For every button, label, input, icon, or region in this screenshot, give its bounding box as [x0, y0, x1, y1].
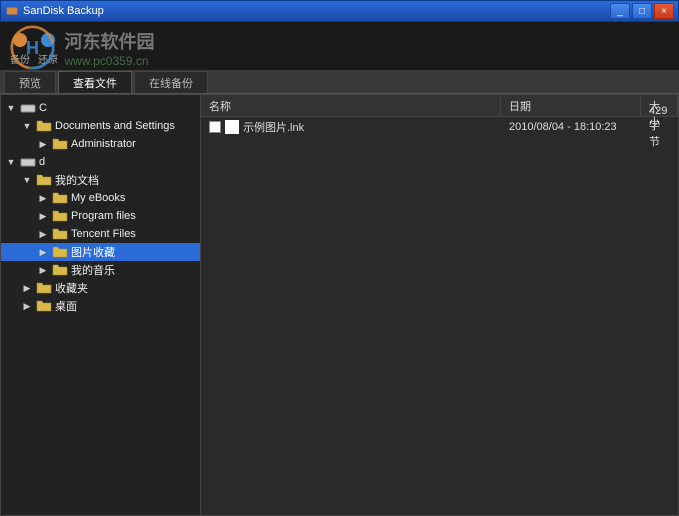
- tree-toggle-icon[interactable]: ▶: [37, 246, 49, 258]
- folder-icon: [36, 173, 52, 187]
- folder-icon: [52, 137, 68, 151]
- tab-view-files[interactable]: 查看文件: [58, 71, 132, 93]
- tree-node[interactable]: ▶ 我的音乐: [1, 261, 200, 279]
- tree-label: 图片收藏: [71, 244, 115, 260]
- tree-node[interactable]: ▶ Tencent Files: [1, 225, 200, 243]
- list-header: 名称 日期 大小: [201, 95, 678, 117]
- maximize-button[interactable]: □: [632, 3, 652, 19]
- tree-label: Tencent Files: [71, 228, 136, 240]
- cell-size: 429 字节: [641, 105, 678, 149]
- tree-node[interactable]: ▶ My eBooks: [1, 189, 200, 207]
- restore-button[interactable]: 还原: [36, 29, 60, 68]
- tree-node[interactable]: ▼C: [1, 99, 200, 117]
- content: ▼C▼Documents and Settings▶Administrator▼…: [0, 94, 679, 516]
- list-body[interactable]: 示例图片.lnk2010/08/04 - 18:10:23429 字节: [201, 117, 678, 515]
- tree-label: C: [39, 102, 47, 114]
- tree-toggle-icon[interactable]: ▼: [21, 174, 33, 186]
- window-title: SanDisk Backup: [23, 5, 610, 17]
- folder-icon: [36, 299, 52, 313]
- tree-label: Program files: [71, 210, 136, 222]
- close-button[interactable]: ×: [654, 3, 674, 19]
- folder-icon: [52, 245, 68, 259]
- tree-label: 收藏夹: [55, 280, 88, 296]
- folder-icon: [36, 281, 52, 295]
- tree-toggle-icon[interactable]: ▼: [5, 102, 17, 114]
- tree-node[interactable]: ▶ Administrator: [1, 135, 200, 153]
- cell-date: 2010/08/04 - 18:10:23: [501, 121, 641, 133]
- file-checkbox[interactable]: [209, 121, 221, 133]
- tree-node[interactable]: ▼d: [1, 153, 200, 171]
- tree-label: d: [39, 156, 45, 168]
- list-panel: 名称 日期 大小 示例图片.lnk 2010/08/04 - 18:10:2342…: [201, 95, 678, 515]
- restore-label: 还原: [38, 55, 58, 66]
- tree-node[interactable]: ▼ Documents and Settings: [1, 117, 200, 135]
- tree-label: 桌面: [55, 298, 77, 314]
- drive-icon: [20, 155, 36, 169]
- folder-icon: [52, 209, 68, 223]
- tree-toggle-icon[interactable]: ▶: [21, 282, 33, 294]
- tree-toggle-icon[interactable]: ▼: [5, 156, 17, 168]
- folder-icon: [52, 263, 68, 277]
- tree-node[interactable]: ▶ 桌面: [1, 297, 200, 315]
- minimize-button[interactable]: _: [610, 3, 630, 19]
- tree-label: Documents and Settings: [55, 120, 175, 132]
- tree-node[interactable]: ▶ Program files: [1, 207, 200, 225]
- file-name: 示例图片.lnk: [243, 119, 304, 135]
- folder-icon: [52, 227, 68, 241]
- tree-node[interactable]: ▼ 我的文档: [1, 171, 200, 189]
- column-header-name[interactable]: 名称: [201, 95, 501, 116]
- tree-label: My eBooks: [71, 192, 125, 204]
- window-controls: _ □ ×: [610, 3, 674, 19]
- file-icon: [225, 120, 239, 134]
- tree-node[interactable]: ▶ 收藏夹: [1, 279, 200, 297]
- backup-label: 备份: [10, 55, 30, 66]
- tree-label: 我的文档: [55, 172, 99, 188]
- backup-button[interactable]: 备份: [8, 29, 32, 68]
- tree-toggle-icon[interactable]: ▶: [37, 210, 49, 222]
- tab-preview[interactable]: 预览: [4, 71, 56, 93]
- titlebar: SanDisk Backup _ □ ×: [0, 0, 679, 22]
- tree-toggle-icon[interactable]: ▶: [37, 264, 49, 276]
- tabbar: 预览 查看文件 在线备份: [0, 70, 679, 94]
- tree-toggle-icon[interactable]: ▼: [21, 120, 33, 132]
- list-row[interactable]: 示例图片.lnk2010/08/04 - 18:10:23429 字节: [201, 117, 678, 137]
- tree-toggle-icon[interactable]: ▶: [37, 228, 49, 240]
- tree-toggle-icon[interactable]: ▶: [37, 138, 49, 150]
- folder-icon: [52, 191, 68, 205]
- drive-icon: [20, 101, 36, 115]
- column-header-date[interactable]: 日期: [501, 95, 641, 116]
- tree-label: 我的音乐: [71, 262, 115, 278]
- folder-icon: [36, 119, 52, 133]
- app-icon: [5, 4, 19, 18]
- cell-name: 示例图片.lnk: [201, 119, 501, 135]
- tree-label: Administrator: [71, 138, 136, 150]
- tree-toggle-icon[interactable]: ▶: [21, 300, 33, 312]
- toolbar: 备份 还原: [0, 22, 679, 70]
- tree-panel[interactable]: ▼C▼Documents and Settings▶Administrator▼…: [1, 95, 201, 515]
- tree-toggle-icon[interactable]: ▶: [37, 192, 49, 204]
- tree-node[interactable]: ▶ 图片收藏: [1, 243, 200, 261]
- tab-online-backup[interactable]: 在线备份: [134, 71, 208, 93]
